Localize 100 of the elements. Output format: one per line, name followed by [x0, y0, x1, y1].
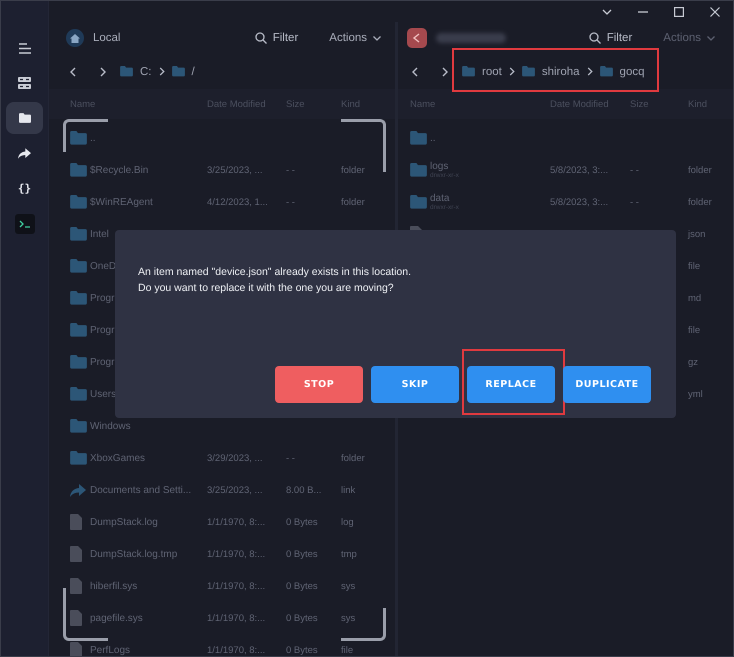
folder-icon	[70, 323, 87, 337]
date-cell: 3/25/2023, ...	[207, 164, 262, 176]
braces-button[interactable]: {}	[6, 172, 43, 204]
back-icon[interactable]	[70, 66, 76, 76]
date-cell: 5/8/2023, 3:...	[550, 164, 608, 176]
kind-cell: folder	[341, 196, 365, 208]
breadcrumb-item[interactable]: /	[192, 66, 195, 78]
kind-cell: link	[341, 484, 356, 496]
folder-icon	[120, 66, 133, 77]
file-name: $WinREAgent	[90, 196, 153, 208]
date-cell: 1/1/1970, 8:...	[207, 548, 266, 560]
corner-bracket	[341, 608, 386, 641]
share-arrow-icon	[70, 484, 86, 496]
date-cell: 3/29/2023, ...	[207, 452, 262, 464]
size-cell: - -	[630, 164, 639, 176]
kind-cell: file	[341, 644, 354, 656]
kind-cell: folder	[341, 164, 365, 176]
back-icon[interactable]	[412, 66, 418, 76]
file-name: Users	[90, 388, 116, 400]
panel-title: Local	[93, 32, 120, 44]
folder-icon	[70, 195, 87, 209]
file-name: Progr	[90, 292, 114, 304]
folder-icon	[410, 163, 427, 177]
folder-icon	[462, 66, 475, 77]
chevron-down-icon	[707, 36, 715, 40]
file-icon	[70, 610, 82, 626]
file-name: data	[430, 193, 450, 204]
file-name: Progr	[90, 356, 114, 368]
date-cell: 5/8/2023, 3:...	[550, 196, 608, 208]
chevron-right-icon	[158, 67, 164, 76]
chevron-right-icon	[508, 67, 515, 76]
breadcrumb-item[interactable]: C:	[140, 66, 152, 78]
file-name: ..	[90, 132, 96, 144]
breadcrumb-item[interactable]: root	[482, 66, 502, 78]
chevron-down-icon	[373, 36, 381, 40]
folder-icon	[70, 387, 87, 401]
chevron-right-icon	[586, 67, 593, 76]
forward-icon[interactable]	[100, 66, 106, 76]
kind-cell: md	[688, 292, 702, 304]
file-name: Documents and Setti...	[90, 484, 192, 496]
folder-icon	[410, 195, 427, 209]
folder-icon	[70, 131, 87, 145]
file-name: logs	[430, 161, 448, 172]
size-cell: 0 Bytes	[286, 516, 318, 528]
folder-icon	[70, 291, 87, 305]
server-logo-icon	[407, 28, 427, 48]
size-cell: 0 Bytes	[286, 580, 318, 592]
kind-cell: folder	[688, 196, 712, 208]
folder-icon	[70, 419, 87, 433]
date-cell: 1/1/1970, 8:...	[207, 516, 266, 528]
folder-icon	[172, 66, 184, 77]
actions-button[interactable]: Actions	[325, 30, 385, 46]
close-icon[interactable]	[710, 6, 720, 16]
filter-button[interactable]: Filter	[250, 30, 302, 46]
file-name: $Recycle.Bin	[90, 164, 148, 176]
size-cell: - -	[286, 164, 295, 176]
breadcrumb-item[interactable]: shiroha	[542, 66, 580, 78]
size-cell: - -	[286, 452, 295, 464]
date-cell: 3/25/2023, ...	[207, 484, 262, 496]
sidebar-button[interactable]	[14, 214, 34, 234]
sidebar-button[interactable]	[6, 102, 43, 134]
kind-cell: sys	[341, 580, 356, 592]
corner-bracket	[341, 119, 386, 172]
file-icon	[70, 578, 82, 594]
dialog-message: An item named "device.json" already exists in this location. Do you want to replace it with the one you are moving?	[138, 265, 412, 296]
size-cell: 0 Bytes	[286, 612, 318, 624]
file-name: Windows	[90, 420, 131, 432]
file-name: DumpStack.log	[90, 516, 158, 528]
date-cell: 4/12/2023, 1...	[207, 196, 268, 208]
dialog-button[interactable]: SKIP	[371, 366, 459, 403]
file-name: pagefile.sys	[90, 612, 143, 624]
forward-icon[interactable]	[442, 66, 448, 76]
file-name: DumpStack.log.tmp	[90, 548, 178, 560]
date-cell: 1/1/1970, 8:...	[207, 580, 266, 592]
kind-cell: sys	[341, 612, 356, 624]
breadcrumb-item[interactable]: gocq	[620, 66, 644, 78]
kind-cell: file	[688, 324, 700, 336]
folder-icon	[18, 113, 30, 123]
date-cell: 1/1/1970, 8:...	[207, 612, 266, 624]
kind-cell: json	[688, 228, 706, 240]
folder-icon	[70, 451, 87, 465]
size-cell: - -	[286, 196, 295, 208]
file-icon	[70, 514, 82, 530]
dialog-button[interactable]: STOP	[275, 366, 363, 403]
servers-icon	[18, 77, 31, 89]
dialog-button[interactable]: DUPLICATE	[563, 366, 651, 403]
search-icon	[254, 32, 267, 44]
kind-cell: log	[341, 516, 354, 528]
folder-icon	[410, 131, 427, 145]
dialog-button[interactable]: REPLACE	[467, 366, 555, 403]
file-name: hiberfil.sys	[90, 580, 138, 592]
maximize-icon[interactable]	[674, 6, 684, 16]
file-name: PerfLogs	[90, 644, 130, 656]
file-name: Intel	[90, 228, 109, 240]
file-name: OneD	[90, 260, 116, 272]
chevron-down-icon[interactable]	[602, 8, 612, 14]
filter-button[interactable]: Filter	[584, 30, 636, 46]
kind-cell: folder	[341, 452, 365, 464]
minimize-icon[interactable]	[638, 10, 648, 12]
kind-cell: yml	[688, 388, 703, 400]
